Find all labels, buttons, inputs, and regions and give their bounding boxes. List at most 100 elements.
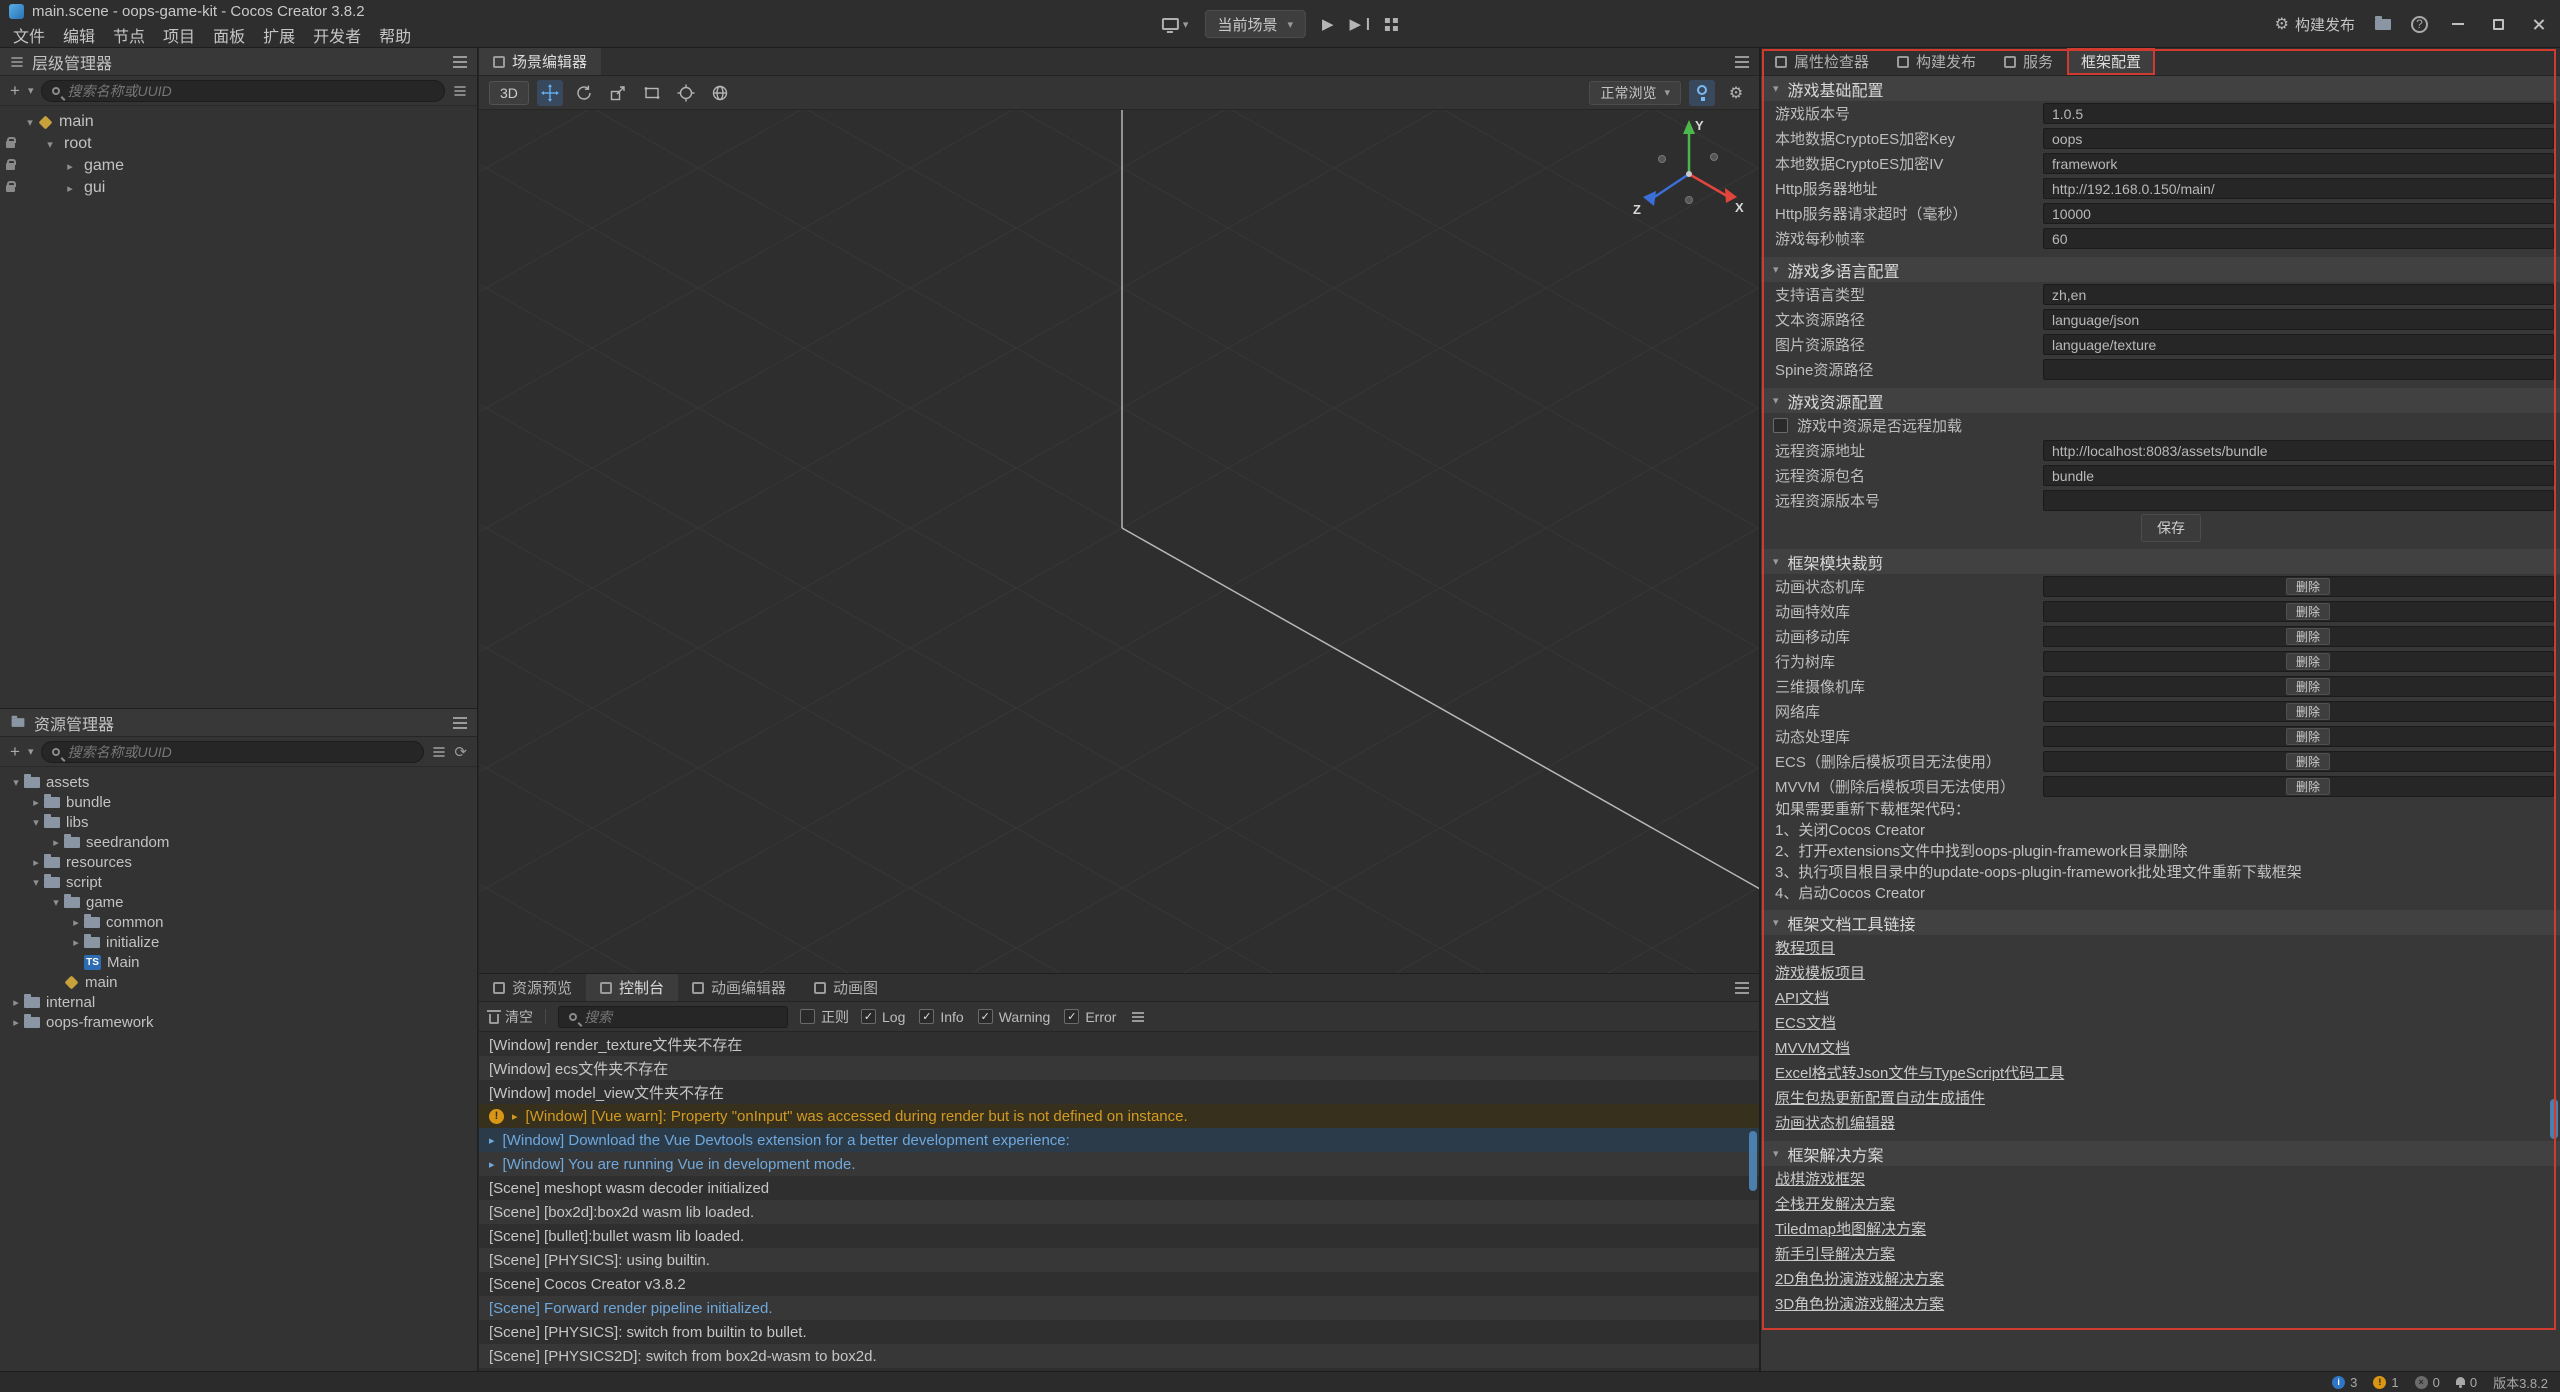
- tree-row[interactable]: ▾game: [0, 892, 477, 912]
- expand-arrow-icon[interactable]: ▸: [62, 160, 78, 173]
- tree-row[interactable]: ▸oops-framework: [0, 1012, 477, 1032]
- field-input[interactable]: [2043, 153, 2554, 174]
- delete-button[interactable]: 删除: [2286, 678, 2330, 695]
- field-input[interactable]: [2043, 309, 2554, 330]
- neg-z-axis-icon[interactable]: [1711, 154, 1718, 161]
- console-tab[interactable]: 动画图: [800, 974, 892, 1001]
- field-input[interactable]: [2043, 334, 2554, 355]
- field-input[interactable]: [2043, 490, 2554, 511]
- scale-tool-icon[interactable]: [605, 80, 631, 106]
- console-tab[interactable]: 控制台: [586, 974, 678, 1001]
- inspector-tab[interactable]: 框架配置: [2067, 48, 2155, 75]
- inspector-tab[interactable]: 服务: [1990, 48, 2067, 75]
- doc-link[interactable]: API文档: [1775, 987, 1829, 1008]
- log-row[interactable]: [Window] ecs文件夹不存在: [479, 1056, 1759, 1080]
- delete-button[interactable]: 删除: [2286, 653, 2330, 670]
- section-header[interactable]: ▾游戏资源配置: [1761, 388, 2560, 413]
- console-tab[interactable]: 动画编辑器: [678, 974, 800, 1001]
- lighting-toggle[interactable]: [1689, 80, 1715, 106]
- tree-row[interactable]: ▸game: [0, 155, 477, 177]
- log-row[interactable]: [Window] render_texture文件夹不存在: [479, 1032, 1759, 1056]
- doc-link[interactable]: 动画状态机编辑器: [1775, 1112, 1895, 1133]
- panel-menu-icon[interactable]: [1735, 987, 1749, 989]
- scene-settings-button[interactable]: ⚙: [1723, 80, 1749, 106]
- play-button[interactable]: ▶: [1322, 15, 1334, 33]
- scene-editor-tab[interactable]: 场景编辑器: [479, 48, 601, 75]
- expand-arrow-icon[interactable]: ▾: [48, 896, 64, 909]
- log-row[interactable]: [Scene] [bullet]:bullet wasm lib loaded.: [479, 1224, 1759, 1248]
- tree-row[interactable]: ▸common: [0, 912, 477, 932]
- expand-arrow-icon[interactable]: ▸: [68, 936, 84, 949]
- project-folder-icon[interactable]: [2375, 19, 2391, 30]
- add-asset-button[interactable]: +: [10, 742, 20, 762]
- refresh-icon[interactable]: ⟳: [454, 743, 467, 761]
- expand-arrow-icon[interactable]: ▸: [8, 996, 24, 1009]
- step-button[interactable]: ▶: [1350, 15, 1370, 33]
- 3d-mode-toggle[interactable]: 3D: [489, 81, 529, 105]
- doc-link[interactable]: 游戏模板项目: [1775, 962, 1865, 983]
- log-row[interactable]: [Scene] meshopt wasm decoder initialized: [479, 1176, 1759, 1200]
- menu-item[interactable]: 编辑: [54, 22, 104, 48]
- expand-arrow-icon[interactable]: ▸: [48, 836, 64, 849]
- log-row[interactable]: [Scene] Forward render pipeline initiali…: [479, 1296, 1759, 1320]
- maximize-button[interactable]: [2488, 14, 2508, 34]
- help-icon[interactable]: ?: [2411, 16, 2428, 33]
- log-row[interactable]: [Scene] [box2d]:box2d wasm lib loaded.: [479, 1200, 1759, 1224]
- expand-arrow-icon[interactable]: ▸: [489, 1134, 495, 1147]
- console-search[interactable]: [558, 1006, 788, 1028]
- add-node-button[interactable]: +: [10, 81, 20, 101]
- notification-count[interactable]: 0: [2456, 1375, 2477, 1390]
- expand-arrow-icon[interactable]: ▸: [62, 182, 78, 195]
- console-filter[interactable]: Log: [861, 1009, 905, 1025]
- save-button[interactable]: 保存: [2141, 514, 2201, 542]
- expand-arrow-icon[interactable]: ▾: [8, 776, 24, 789]
- log-row[interactable]: [Scene] [PHYSICS]: switch from builtin t…: [479, 1320, 1759, 1344]
- inspector-tab[interactable]: 构建发布: [1883, 48, 1990, 75]
- menu-item[interactable]: 节点: [104, 22, 154, 48]
- tree-row[interactable]: ▸bundle: [0, 792, 477, 812]
- layout-grid-button[interactable]: [1385, 18, 1398, 31]
- checkbox-icon[interactable]: [800, 1009, 815, 1024]
- menu-item[interactable]: 项目: [154, 22, 204, 48]
- doc-link[interactable]: Excel格式转Json文件与TypeScript代码工具: [1775, 1062, 2064, 1083]
- tree-row[interactable]: ▸resources: [0, 852, 477, 872]
- tree-row[interactable]: ▸seedrandom: [0, 832, 477, 852]
- field-input[interactable]: [2043, 465, 2554, 486]
- doc-link[interactable]: ECS文档: [1775, 1012, 1836, 1033]
- axis-gizmo[interactable]: Y X Z: [1629, 116, 1749, 236]
- current-scene-select[interactable]: 当前场景 ▾: [1204, 10, 1306, 38]
- inspector-scrollbar[interactable]: [2550, 1099, 2558, 1139]
- chevron-down-icon[interactable]: ▾: [28, 745, 34, 758]
- panel-menu-icon[interactable]: [1735, 61, 1749, 63]
- clear-console-button[interactable]: 清空: [489, 1007, 533, 1027]
- collapse-logs-icon[interactable]: [1132, 1016, 1144, 1018]
- expand-arrow-icon[interactable]: ▸: [28, 796, 44, 809]
- field-input[interactable]: [2043, 228, 2554, 249]
- expand-arrow-icon[interactable]: ▸: [68, 916, 84, 929]
- move-tool-icon[interactable]: [537, 80, 563, 106]
- regex-toggle[interactable]: 正则: [800, 1007, 849, 1027]
- console-tab[interactable]: 资源预览: [479, 974, 586, 1001]
- panel-menu-icon[interactable]: [453, 722, 467, 724]
- tree-row[interactable]: main: [0, 972, 477, 992]
- log-count[interactable]: i 3: [2332, 1375, 2357, 1390]
- section-header[interactable]: ▾框架文档工具链接: [1761, 910, 2560, 935]
- solution-link[interactable]: 全栈开发解决方案: [1775, 1193, 1895, 1214]
- tree-row[interactable]: ▸internal: [0, 992, 477, 1012]
- filter-icon[interactable]: [454, 90, 465, 92]
- world-local-toggle-icon[interactable]: [707, 80, 733, 106]
- filter-icon[interactable]: [434, 751, 445, 753]
- remote-load-checkbox[interactable]: [1773, 418, 1788, 433]
- field-input[interactable]: [2043, 178, 2554, 199]
- console-filter[interactable]: Info: [919, 1009, 963, 1025]
- solution-link[interactable]: 新手引导解决方案: [1775, 1243, 1895, 1264]
- section-header[interactable]: ▾游戏基础配置: [1761, 76, 2560, 101]
- expand-arrow-icon[interactable]: ▾: [22, 116, 38, 129]
- minimize-button[interactable]: [2448, 14, 2468, 34]
- z-axis-icon[interactable]: [1653, 174, 1689, 198]
- hierarchy-search-input[interactable]: [67, 83, 434, 99]
- neg-x-axis-icon[interactable]: [1659, 156, 1666, 163]
- menu-item[interactable]: 文件: [4, 22, 54, 48]
- menu-item[interactable]: 开发者: [304, 22, 370, 48]
- field-input[interactable]: [2043, 103, 2554, 124]
